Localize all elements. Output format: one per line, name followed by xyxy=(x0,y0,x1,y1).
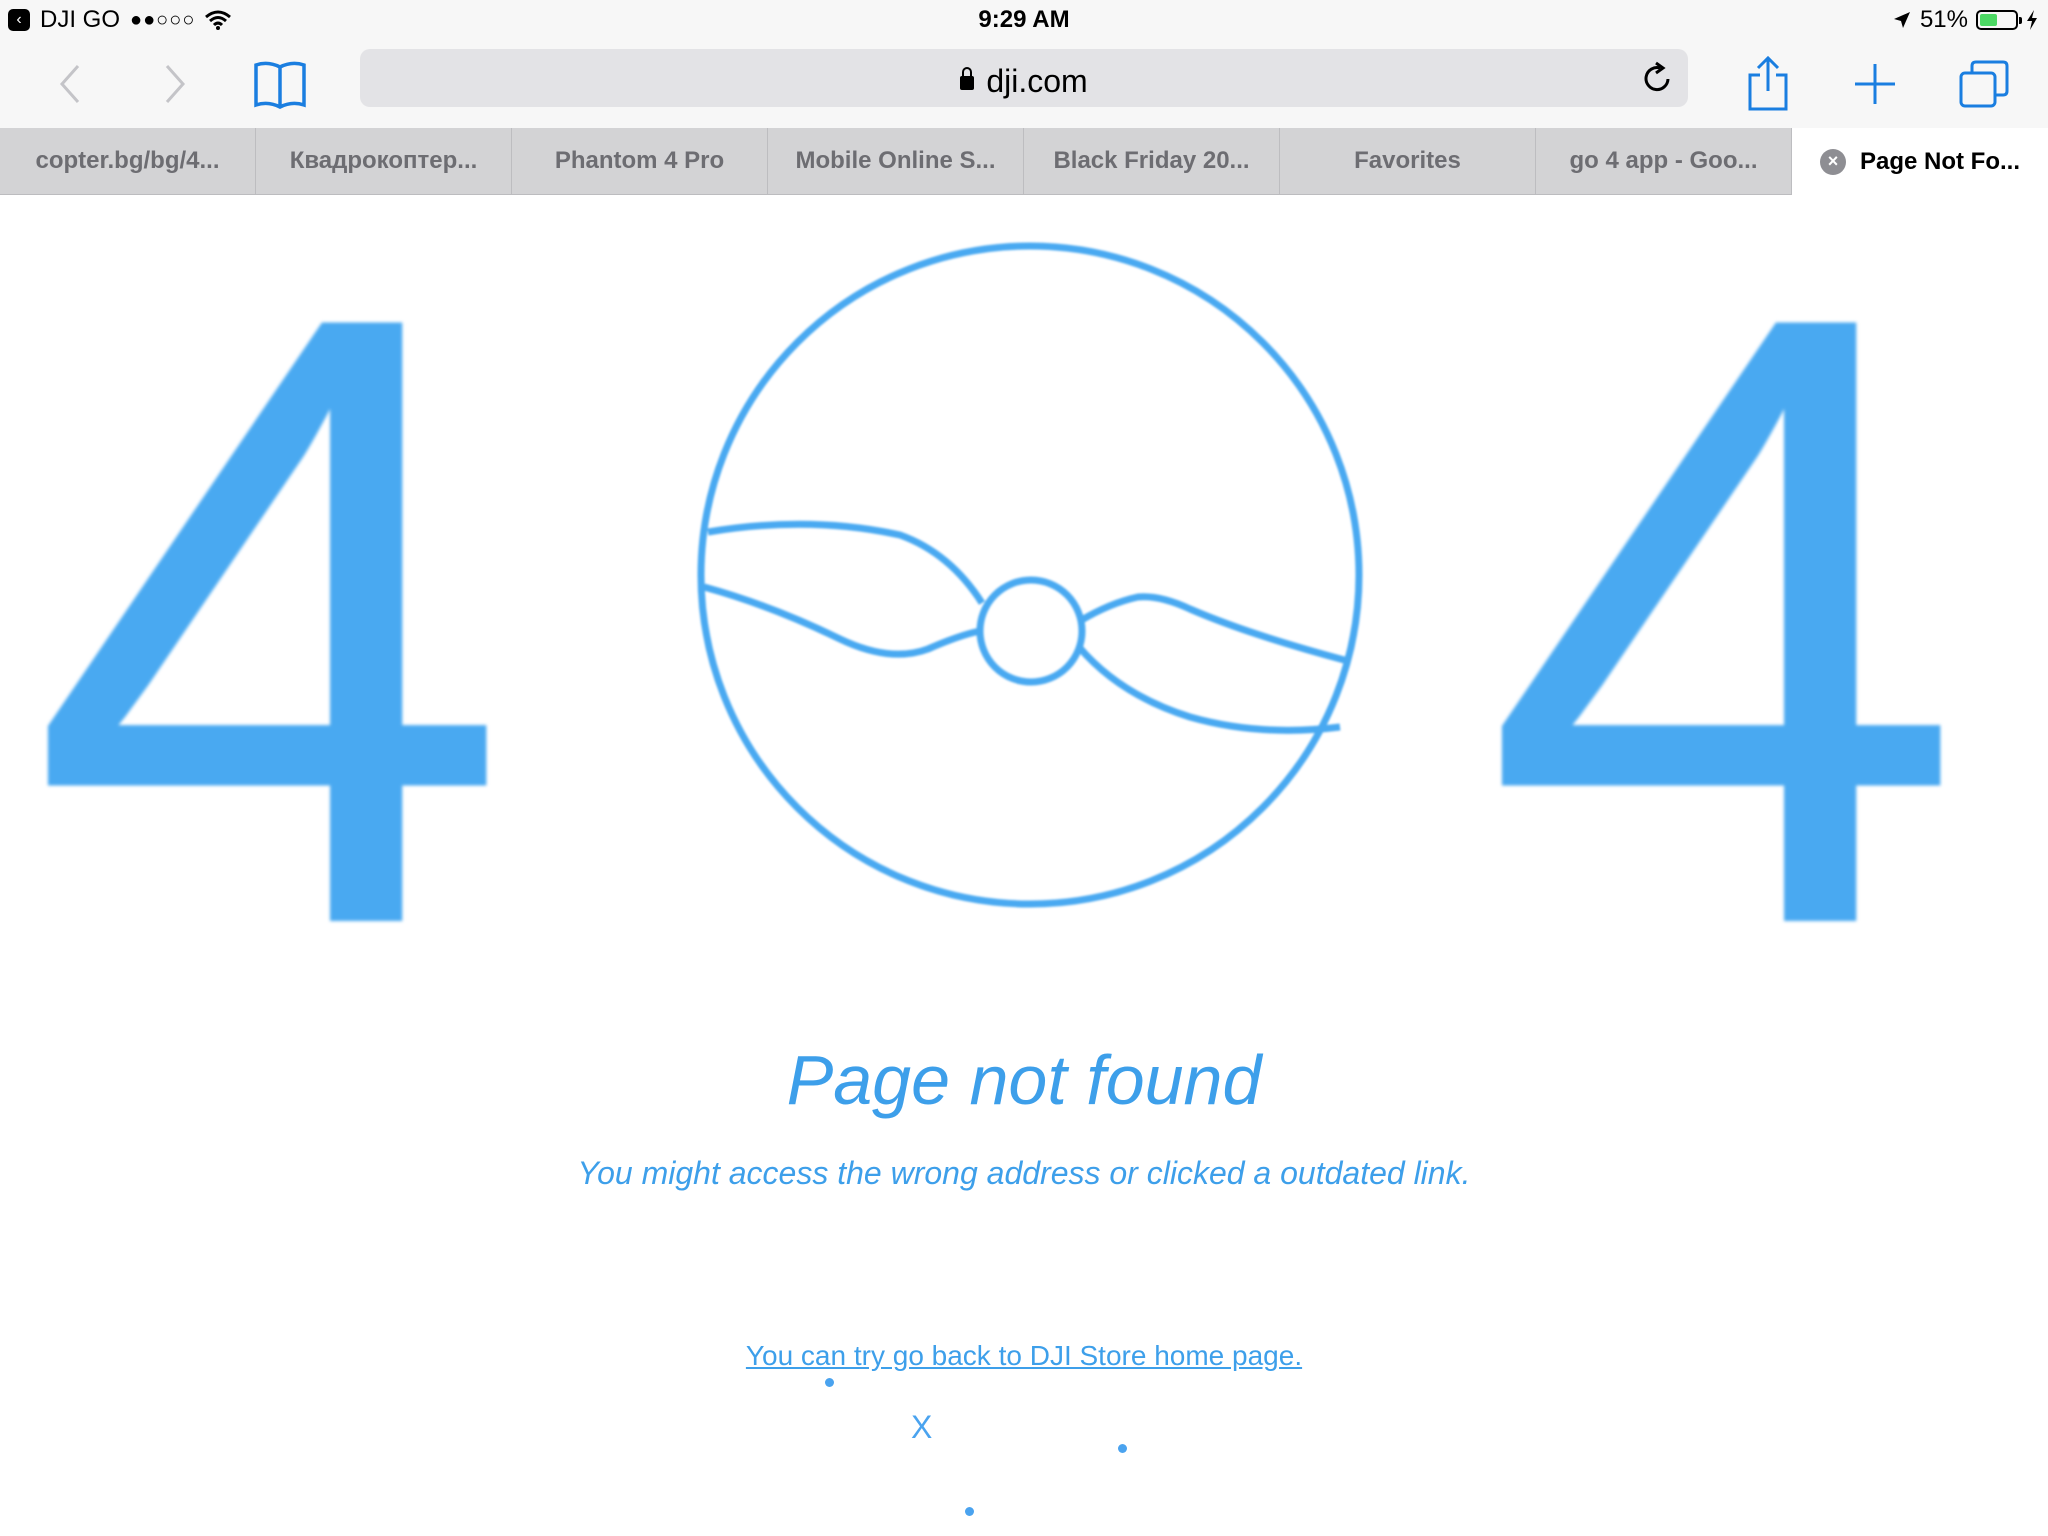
decorative-dot xyxy=(1118,1444,1127,1453)
battery-percent: 51% xyxy=(1919,6,1968,33)
chevron-right-icon xyxy=(165,65,186,103)
tab-label: Phantom 4 Pro xyxy=(554,147,725,174)
home-page-link[interactable]: You can try go back to DJI Store home pa… xyxy=(0,1340,2048,1372)
tab-label: Black Friday 20... xyxy=(1053,147,1250,174)
browser-toolbar: dji.com xyxy=(0,40,2048,128)
error-digit-right: 4 xyxy=(1482,134,1966,1106)
url-text: dji.com xyxy=(986,63,1088,99)
status-right: 51% xyxy=(1892,6,2038,34)
forward-button[interactable] xyxy=(155,54,195,114)
status-bar: ‹ DJI GO ●●○○○ 9:29 AM 51% xyxy=(0,0,2048,40)
tabs-overview-button[interactable] xyxy=(1956,54,2012,114)
status-time: 9:29 AM xyxy=(978,6,1070,33)
tabs-icon xyxy=(1959,60,2009,108)
decorative-x-mark: X xyxy=(911,1409,933,1445)
lock-icon xyxy=(960,67,975,90)
battery-level xyxy=(1980,14,1998,26)
charging-bolt-icon xyxy=(2027,10,2037,30)
address-bar[interactable]: dji.com xyxy=(360,49,1688,107)
error-digit-left: 4 xyxy=(28,134,512,1106)
battery-icon xyxy=(1976,10,2022,30)
url-display[interactable]: dji.com xyxy=(360,63,1688,100)
decorative-dot xyxy=(965,1507,974,1516)
share-button[interactable] xyxy=(1740,54,1796,114)
tab-phantom-4-pro[interactable]: Phantom 4 Pro xyxy=(512,128,768,194)
reload-icon[interactable] xyxy=(1642,61,1674,95)
decorative-dot xyxy=(825,1378,834,1387)
tab-mobile-online[interactable]: Mobile Online S... xyxy=(768,128,1024,194)
tab-label: Favorites xyxy=(1354,147,1461,174)
new-tab-button[interactable] xyxy=(1850,54,1900,114)
plus-icon xyxy=(1855,64,1895,104)
chevron-left-icon xyxy=(59,65,80,103)
book-icon xyxy=(254,61,306,109)
tab-black-friday[interactable]: Black Friday 20... xyxy=(1024,128,1280,194)
tab-label: Mobile Online S... xyxy=(795,147,996,174)
bookmarks-button[interactable] xyxy=(250,54,310,114)
page-title: Page not found xyxy=(786,1041,1262,1119)
page-subtitle: You might access the wrong address or cl… xyxy=(577,1155,1471,1191)
back-button[interactable] xyxy=(50,54,90,114)
location-arrow-icon xyxy=(1893,12,1910,28)
propeller-icon xyxy=(697,242,1363,908)
page-content: 4 4 Page not found You might access the … xyxy=(0,185,2048,1536)
share-icon xyxy=(1748,55,1788,111)
